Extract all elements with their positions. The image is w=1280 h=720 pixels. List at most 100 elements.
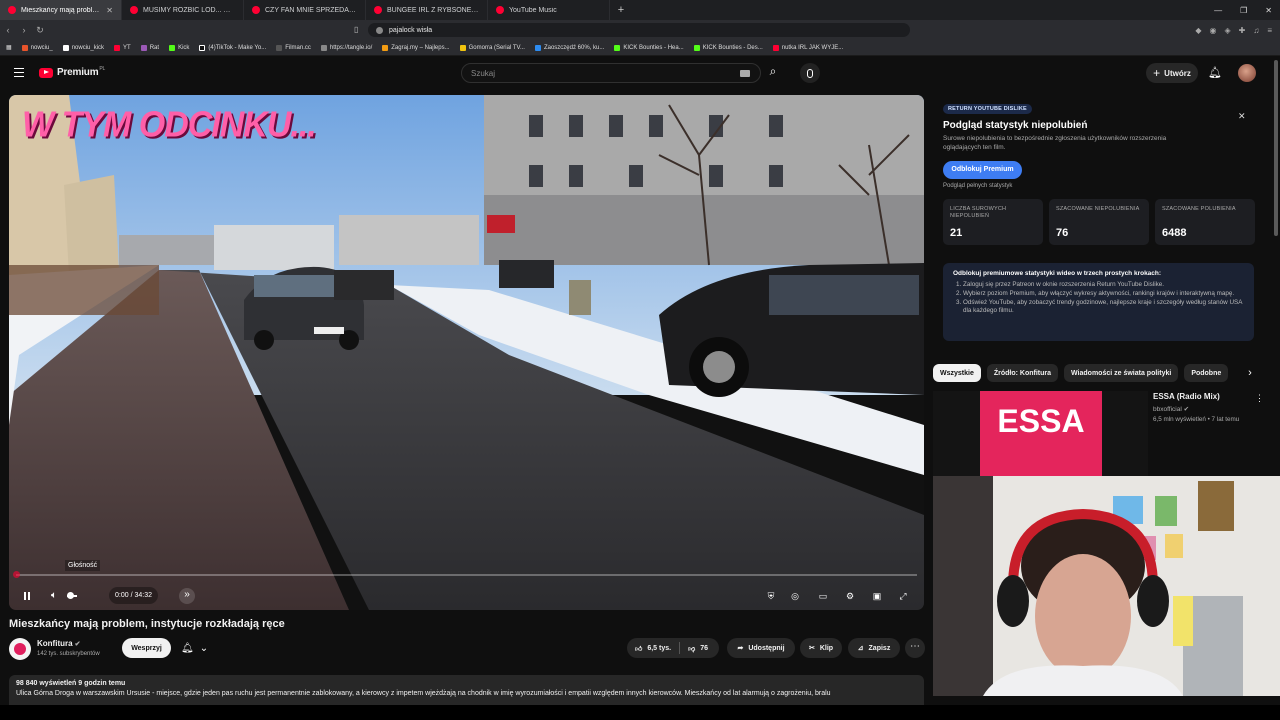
chip-all[interactable]: Wszystkie — [933, 364, 981, 382]
more-vert-icon[interactable]: ⋮ — [1255, 393, 1264, 404]
extension-icon[interactable]: ◈ — [1224, 26, 1230, 35]
webcam-overlay — [933, 476, 1280, 696]
bookmark[interactable]: Rat — [140, 44, 159, 51]
chevron-right-icon[interactable]: › — [1243, 364, 1257, 382]
video-player[interactable]: W TYM ODCINKU... Głośność 🔈︎ 0:00 / 34:3… — [9, 95, 924, 610]
bookmark[interactable]: Filman.cc — [276, 44, 311, 51]
unlock-premium-button[interactable]: Odblokuj Premium — [943, 161, 1022, 179]
channel-avatar[interactable] — [9, 638, 31, 660]
music-icon[interactable]: ♫ — [1253, 26, 1259, 35]
subscription-bell-button[interactable]: 🔔︎ ⌄ — [178, 640, 214, 656]
share-button[interactable]: ➦ Udostępnij — [727, 638, 795, 658]
ryd-title: Podgląd statystyk niepolubień — [943, 120, 1088, 131]
like-button[interactable]: 👍︎ 6,5 tys. — [627, 638, 679, 658]
progress-scrubber[interactable] — [13, 571, 20, 578]
minimize-icon[interactable]: — — [1214, 6, 1222, 15]
full-stats-link[interactable]: Podgląd pełnych statystyk — [943, 183, 1012, 189]
ryd-subtitle: Surowe niepolubienia to bezpośrednie zgł… — [943, 135, 1167, 151]
chevron-down-icon: ⌄ — [199, 642, 209, 654]
pause-icon[interactable] — [21, 589, 35, 603]
bookmark[interactable]: nowciu_kick — [62, 44, 104, 51]
fullscreen-icon[interactable]: ⤢ — [897, 590, 909, 602]
thumbs-down-icon: 👎︎ — [688, 645, 696, 653]
menu-icon[interactable]: ≡ — [1267, 26, 1272, 35]
subscriber-count: 142 tys. subskrybentów — [37, 651, 100, 657]
bookmark-icon[interactable]: ▯ — [354, 25, 358, 34]
dislike-button[interactable]: 👎︎ 76 — [680, 638, 716, 658]
chip-politics[interactable]: Wiadomości ze świata polityki — [1064, 364, 1179, 382]
bookmark[interactable]: https://tangle.io/ — [320, 44, 372, 51]
bookmarks-bar: ▦ nowciu_ nowciu_kick YT Rat Kick (4)Tik… — [0, 40, 1280, 56]
support-button[interactable]: Wesprzyj — [122, 638, 171, 658]
url-field[interactable]: pajalock wisła — [368, 23, 910, 37]
restore-icon[interactable]: ❐ — [1240, 6, 1247, 15]
close-tab-icon[interactable]: ✕ — [106, 6, 113, 15]
subtitles-icon[interactable]: ▭ — [817, 590, 829, 602]
bookmark[interactable]: Zagraj.my – Najleps... — [382, 44, 450, 51]
browser-tab-2[interactable]: MUSIMY ROZBIĆ LÓD... Szukam wyż — [122, 0, 244, 20]
progress-bar[interactable] — [13, 571, 917, 578]
browser-tab-3[interactable]: CZY FAN MNIE SPRZEDA? *prank pol — [244, 0, 366, 20]
channel-name[interactable]: Konfitura ✔ — [37, 639, 80, 648]
theater-mode-icon[interactable]: ▣ — [871, 590, 883, 602]
bell-icon: 🔔︎ — [181, 642, 194, 654]
microphone-icon[interactable] — [800, 63, 820, 83]
bookmark[interactable]: YT — [114, 44, 131, 51]
more-actions-icon[interactable]: ⋯ — [905, 638, 925, 658]
ryd-badge: RETURN YOUTUBE DISLIKE — [943, 104, 1032, 114]
new-tab-button[interactable]: + — [610, 4, 632, 16]
browser-tab-1[interactable]: Mieszkańcy mają problem, in✕ — [0, 0, 122, 20]
bookmark[interactable]: KICK Bounties - Hea... — [614, 44, 684, 51]
extension-icon[interactable]: ◆ — [1195, 26, 1201, 35]
like-dislike-group: 👍︎ 6,5 tys. 👎︎ 76 — [627, 638, 719, 658]
back-icon[interactable]: ‹ — [0, 25, 16, 35]
google-icon — [376, 26, 383, 34]
bookmark[interactable]: Kick — [169, 44, 189, 51]
apps-icon[interactable]: ▦ — [6, 44, 12, 51]
thumbs-up-icon: 👍︎ — [635, 645, 643, 653]
volume-slider-knob[interactable] — [67, 592, 74, 599]
description-box[interactable]: 98 840 wyświetleń 9 godzin temu Ulica Gó… — [9, 675, 924, 705]
browser-tab-5[interactable]: YouTube Music — [488, 0, 610, 20]
sponsorblock-icon[interactable]: ⛨ — [765, 590, 777, 602]
close-window-icon[interactable]: ✕ — [1265, 6, 1272, 15]
bookmark[interactable]: nowciu_ — [21, 44, 53, 51]
keyboard-icon[interactable] — [740, 70, 750, 77]
avatar[interactable] — [1238, 64, 1256, 82]
bookmark[interactable]: KICK Bounties - Des... — [693, 44, 763, 51]
recommendation-channel[interactable]: bbxofficial ✔ — [1153, 405, 1189, 413]
chip-source[interactable]: Źródło: Konfitura — [986, 364, 1059, 382]
browser-tab-4[interactable]: BUNGEE IRL Z RYBSONEM I MEDUSI — [366, 0, 488, 20]
extension-icon[interactable]: ◉ — [1209, 26, 1216, 35]
volume-icon[interactable]: 🔈︎ — [47, 589, 61, 603]
create-button[interactable]: + Utwórz — [1146, 63, 1198, 83]
chip-similar[interactable]: Podobne — [1184, 364, 1229, 382]
scissors-icon: ✂ — [808, 645, 815, 652]
skip-chapter-icon[interactable]: » — [179, 588, 195, 604]
settings-gear-icon[interactable]: ⚙ — [844, 590, 856, 602]
recommendation-thumbnail[interactable]: ESSA — [933, 391, 1148, 476]
puzzle-icon[interactable]: ✚ — [1239, 26, 1246, 35]
close-icon[interactable]: ✕ — [1238, 111, 1246, 122]
bookmark[interactable]: nutka IRL JAK WYJE... — [772, 44, 843, 51]
search-input[interactable]: Szukaj — [461, 63, 761, 83]
notifications-bell-icon[interactable]: 🔔︎ — [1208, 66, 1222, 80]
search-icon[interactable]: ⌕ — [764, 64, 782, 82]
hamburger-menu-icon[interactable] — [14, 68, 24, 77]
youtube-premium-logo[interactable]: Premium PL — [39, 66, 105, 78]
bookmark[interactable]: Gomorra (Serial TV... — [459, 44, 525, 51]
youtube-favicon-icon — [130, 6, 138, 14]
page-scrollbar[interactable] — [1274, 60, 1278, 236]
extensions-area: ◆ ◉ ◈ ✚ ♫ ≡ — [1195, 20, 1272, 40]
bookmark[interactable]: Zaoszczędź 60%, ku... — [534, 44, 604, 51]
clip-button[interactable]: ✂ Klip — [800, 638, 842, 658]
autoplay-toggle-icon[interactable]: ◎ — [789, 590, 801, 602]
bookmark-icon: ⊿ — [857, 645, 864, 652]
reload-icon[interactable]: ↻ — [32, 25, 48, 36]
save-button[interactable]: ⊿ Zapisz — [848, 638, 900, 658]
step-item: Wybierz poziom Premium, aby włączyć wykr… — [963, 290, 1244, 298]
forward-icon[interactable]: › — [16, 25, 32, 35]
bookmark[interactable]: (4)TikTok - Make Yo... — [199, 44, 266, 51]
stat-card: SZACOWANE NIEPOLUBIENIA 76 — [1049, 199, 1149, 245]
recommendation-title[interactable]: ESSA (Radio Mix) — [1153, 392, 1220, 401]
